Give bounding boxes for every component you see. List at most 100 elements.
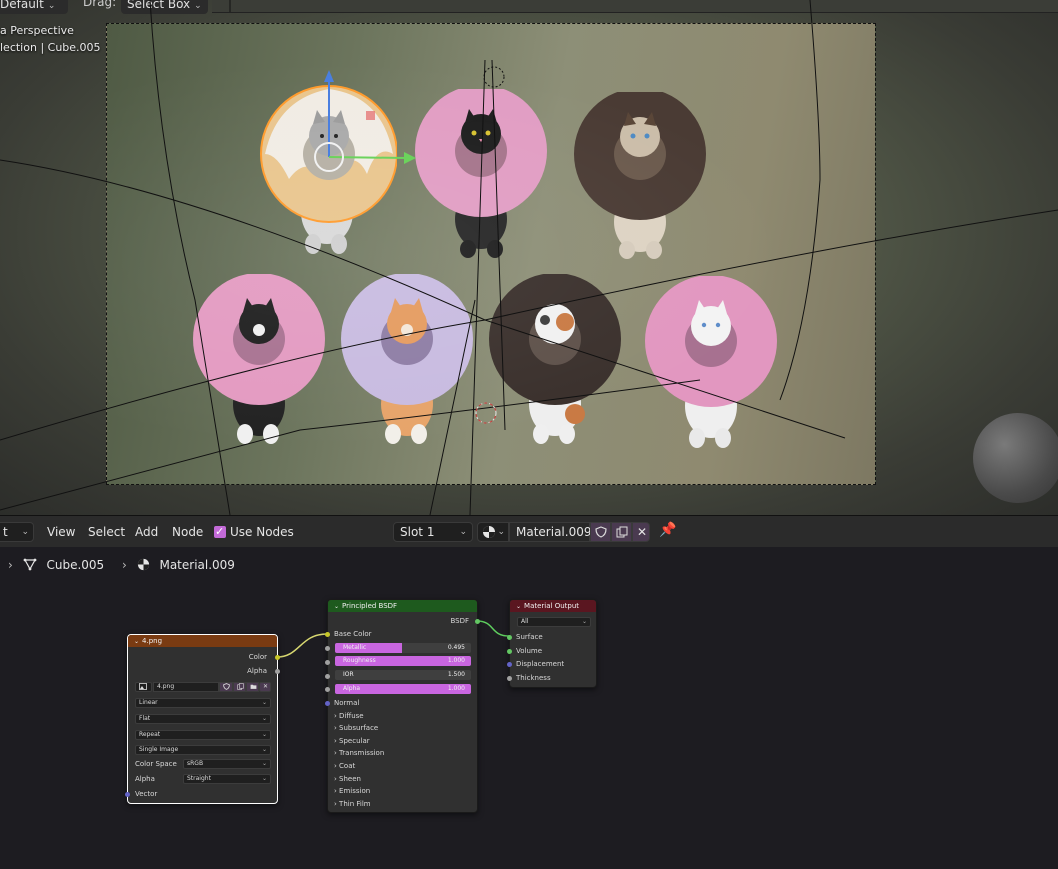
principled-bsdf-node[interactable]: ⌄ Principled BSDF BSDF Base Color Metalli… [325, 599, 480, 813]
roughness-slider[interactable]: Roughness 1.000 [335, 656, 471, 666]
unlink-material-button[interactable]: ✕ [632, 522, 650, 542]
shield-icon [595, 526, 607, 538]
image-unlink-button[interactable]: ✕ [259, 682, 271, 692]
3d-viewport[interactable]: Default ⌄ Drag: Select Box ⌄ a Perspective… [0, 0, 1058, 515]
image-icon [139, 683, 147, 690]
pin-icon[interactable]: 📌 [659, 521, 676, 539]
socket-bsdf-output[interactable] [475, 619, 480, 624]
editor-type-dropdown[interactable]: t ⌄ [0, 522, 34, 542]
projection-dropdown[interactable]: Flat ⌄ [135, 714, 271, 724]
collapse-icon[interactable]: ⌄ [516, 603, 521, 610]
panel-diffuse[interactable]: › Diffuse [334, 710, 364, 722]
chevron-down-icon: ⌄ [261, 775, 267, 782]
chevron-right-icon: › [334, 775, 337, 783]
roughness-value: 1.000 [447, 657, 465, 664]
projection-value: Flat [139, 715, 151, 722]
color-space-label: Color Space [135, 760, 177, 768]
panel-thin-film[interactable]: › Thin Film [334, 798, 371, 810]
menu-node[interactable]: Node [172, 523, 203, 541]
alpha-slider[interactable]: Alpha 1.000 [335, 684, 471, 694]
use-nodes-toggle[interactable]: Use Nodes [214, 523, 294, 541]
panel-subsurface[interactable]: › Subsurface [334, 722, 378, 734]
checkbox-checked-icon[interactable] [214, 523, 226, 541]
socket-normal-input[interactable] [325, 701, 330, 706]
image-fake-user-button[interactable] [219, 682, 233, 692]
socket-ior-input[interactable] [325, 674, 330, 679]
wireframe-overlay [0, 0, 1058, 515]
output-target-dropdown[interactable]: All ⌄ [517, 617, 591, 627]
chevron-down-icon: ⌄ [261, 746, 267, 753]
chevron-down-icon: ⌄ [261, 760, 267, 767]
base-color-label: Base Color [334, 630, 372, 638]
panel-emission[interactable]: › Emission [334, 785, 370, 797]
menu-view[interactable]: View [47, 523, 75, 541]
alpha-mode-dropdown[interactable]: Straight ⌄ [183, 774, 271, 784]
panel-transmission[interactable]: › Transmission [334, 747, 384, 759]
collapse-icon[interactable]: ⌄ [134, 638, 139, 645]
node-editor-header: t⌄ View Select Add Node Use Nodes Slot 1… [0, 515, 1058, 547]
material-name-field[interactable]: Material.009 [509, 522, 592, 542]
source-dropdown[interactable]: Single Image ⌄ [135, 745, 271, 755]
menu-add[interactable]: Add [135, 523, 158, 541]
material-output-node[interactable]: ⌄ Material Output All ⌄ Surface Volume Dis… [507, 599, 597, 688]
ior-field[interactable]: IOR 1.500 [335, 670, 471, 680]
bsdf-node-header[interactable]: ⌄ Principled BSDF [328, 600, 477, 612]
collapse-icon[interactable]: ⌄ [334, 603, 339, 610]
copy-icon [237, 683, 244, 690]
copy-icon [616, 526, 628, 538]
chevron-down-icon: ⌄ [581, 618, 587, 625]
extension-dropdown[interactable]: Repeat ⌄ [135, 730, 271, 740]
chevron-right-icon: › [334, 787, 337, 795]
panel-coat[interactable]: › Coat [334, 760, 355, 772]
image-texture-node[interactable]: ⌄ 4.png Color Alpha 4.png ✕ Linear ⌄ Flat ⌄… [125, 634, 280, 804]
socket-metallic-input[interactable] [325, 646, 330, 651]
panel-sheen[interactable]: › Sheen [334, 773, 361, 785]
socket-color-output[interactable] [275, 655, 280, 660]
socket-thickness-input[interactable] [507, 676, 512, 681]
socket-base-color-input[interactable] [325, 632, 330, 637]
chevron-down-icon: ⌄ [497, 527, 505, 537]
image-node-header[interactable]: ⌄ 4.png [128, 635, 277, 647]
close-icon: ✕ [263, 683, 269, 690]
vector-input-label: Vector [135, 790, 158, 798]
socket-roughness-input[interactable] [325, 660, 330, 665]
panel-label: Transmission [339, 749, 385, 757]
metallic-value: 0.495 [447, 644, 465, 651]
interpolation-dropdown[interactable]: Linear ⌄ [135, 698, 271, 708]
chevron-down-icon: ⌄ [261, 699, 267, 706]
panel-specular[interactable]: › Specular [334, 735, 370, 747]
output-node-title: Material Output [524, 602, 580, 610]
alpha-mode-value: Straight [187, 775, 211, 782]
socket-displacement-input[interactable] [507, 662, 512, 667]
slot-value: Slot 1 [400, 525, 435, 539]
image-browse-button[interactable] [135, 682, 152, 692]
socket-surface-input[interactable] [507, 635, 512, 640]
image-duplicate-button[interactable] [233, 682, 246, 692]
menu-select[interactable]: Select [88, 523, 125, 541]
extension-value: Repeat [139, 731, 161, 738]
output-node-header[interactable]: ⌄ Material Output [510, 600, 596, 612]
material-browse-button[interactable]: ⌄ [477, 522, 509, 542]
socket-volume-input[interactable] [507, 649, 512, 654]
panel-label: Emission [339, 787, 371, 795]
normal-label: Normal [334, 699, 360, 707]
interpolation-value: Linear [139, 699, 158, 706]
source-value: Single Image [139, 746, 179, 753]
volume-label: Volume [516, 647, 543, 655]
node-editor-canvas[interactable]: › Cube.005 › Material.009 ⌄ 4.png Color A… [0, 547, 1058, 869]
panel-label: Thin Film [339, 800, 371, 808]
duplicate-material-button[interactable] [611, 522, 632, 542]
shield-icon [223, 683, 230, 690]
metallic-slider[interactable]: Metallic 0.495 [335, 643, 471, 653]
slot-dropdown[interactable]: Slot 1 ⌄ [393, 522, 473, 542]
roughness-label: Roughness [343, 657, 376, 664]
socket-alpha-input[interactable] [325, 687, 330, 692]
color-space-dropdown[interactable]: sRGB ⌄ [183, 759, 271, 769]
image-open-button[interactable] [246, 682, 259, 692]
image-name-field[interactable]: 4.png [153, 682, 219, 692]
material-name-value: Material.009 [516, 525, 592, 539]
chevron-right-icon: › [334, 800, 337, 808]
fake-user-button[interactable] [590, 522, 611, 542]
socket-vector-input[interactable] [125, 792, 130, 797]
socket-alpha-output[interactable] [275, 669, 280, 674]
